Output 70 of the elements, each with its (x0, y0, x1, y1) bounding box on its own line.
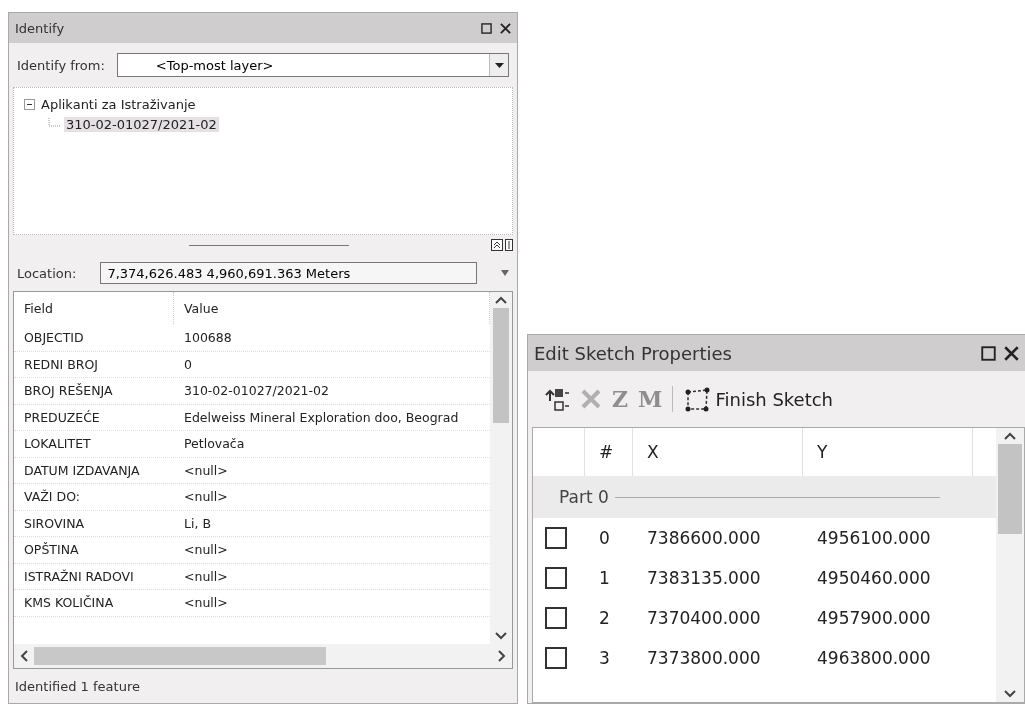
scroll-thumb[interactable] (34, 647, 326, 665)
table-cell-text: DATUM IZDAVANJA (23, 461, 141, 480)
table-cell-text: SIROVINA (23, 514, 86, 533)
scroll-down-icon[interactable] (495, 632, 507, 640)
table-cell-text: PREDUZEĆE (23, 408, 101, 427)
table-cell-text: LOKALITET (23, 435, 92, 454)
table-cell-text: 7383135.000 (646, 568, 762, 588)
part-label: Part 0 (559, 487, 609, 507)
checkbox[interactable] (545, 567, 567, 589)
table-cell-text: 3 (598, 648, 611, 668)
table-cell-text: 310-02-01027/2021-02 (183, 382, 330, 401)
table-cell-text: ISTRAŽNI RADOVI (23, 567, 135, 586)
table-cell-text: <null> (183, 594, 229, 613)
tree-connector-icon (48, 118, 60, 130)
table-cell-text: OPŠTINA (23, 541, 80, 560)
maximize-icon[interactable] (481, 22, 492, 34)
status-text: Identified 1 feature (15, 678, 140, 694)
checkbox[interactable] (545, 527, 567, 549)
scroll-up-icon[interactable] (1004, 432, 1016, 440)
scroll-left-icon[interactable] (20, 650, 28, 662)
scroll-thumb[interactable] (998, 444, 1022, 534)
table-cell-text: OBJECTID (23, 329, 85, 348)
table-cell-text: 4957900.000 (816, 608, 932, 628)
window-title: Edit Sketch Properties (534, 342, 732, 364)
table-cell-text: 4950460.000 (816, 568, 932, 588)
menu-arrow-icon[interactable] (501, 270, 509, 276)
table-cell-text: Li, B (183, 514, 212, 533)
table-cell-text: 0 (183, 355, 193, 374)
layer-dropdown[interactable]: <Top-most layer> (116, 53, 509, 77)
field-label: Location: (17, 265, 77, 281)
table-cell-text: Edelweiss Mineral Exploration doo, Beograd (183, 408, 460, 427)
pin-icon[interactable] (505, 239, 513, 251)
table-cell-text: 7386600.000 (646, 528, 762, 548)
table-cell-text: 0 (598, 528, 611, 548)
table-cell-text: 1 (598, 568, 611, 588)
table-cell-text: 4956100.000 (816, 528, 932, 548)
table-cell-text: BROJ REŠENJA (23, 382, 114, 401)
table-cell-text: VAŽI DO: (23, 488, 81, 507)
scroll-right-icon[interactable] (498, 650, 506, 662)
table-cell-text: 7373800.000 (646, 648, 762, 668)
scroll-thumb[interactable] (493, 308, 509, 423)
table-cell-text: 4963800.000 (816, 648, 932, 668)
table-cell-text: 7370400.000 (646, 608, 762, 628)
table-cell-text: KMS KOLIČINA (23, 594, 115, 613)
checkbox[interactable] (545, 647, 567, 669)
field-label: Identify from: (17, 57, 105, 73)
tree-item[interactable]: Aplikanti za Istraživanje (39, 96, 198, 112)
table-cell-text: <null> (183, 461, 229, 480)
table-cell-text: Petlovača (183, 435, 246, 454)
close-icon[interactable] (1004, 345, 1019, 361)
scroll-up-icon[interactable] (495, 296, 507, 304)
finish-sketch-button[interactable]: Finish Sketch (683, 385, 834, 413)
collapse-icon[interactable] (491, 239, 503, 251)
scroll-down-icon[interactable] (1004, 690, 1016, 698)
column-header[interactable]: Field (14, 292, 174, 324)
polygon-icon (683, 385, 712, 413)
maximize-icon[interactable] (981, 345, 996, 361)
table-cell-text: <null> (183, 567, 229, 586)
collapse-icon[interactable] (24, 98, 35, 110)
dropdown-arrow-icon (494, 62, 504, 68)
checkbox[interactable] (545, 607, 567, 629)
location-field: 7,374,626.483 4,960,691.363 Meters (100, 262, 477, 284)
tree-item[interactable]: 310-02-01027/2021-02 (64, 116, 219, 132)
table-cell-text: <null> (183, 541, 229, 560)
window-title: Identify (15, 20, 65, 36)
table-cell-text: REDNI BROJ (23, 355, 99, 374)
close-icon[interactable] (500, 22, 511, 34)
table-cell-text: 100688 (183, 329, 233, 348)
table-cell-text: 2 (598, 608, 611, 628)
table-cell-text: <null> (183, 488, 229, 507)
